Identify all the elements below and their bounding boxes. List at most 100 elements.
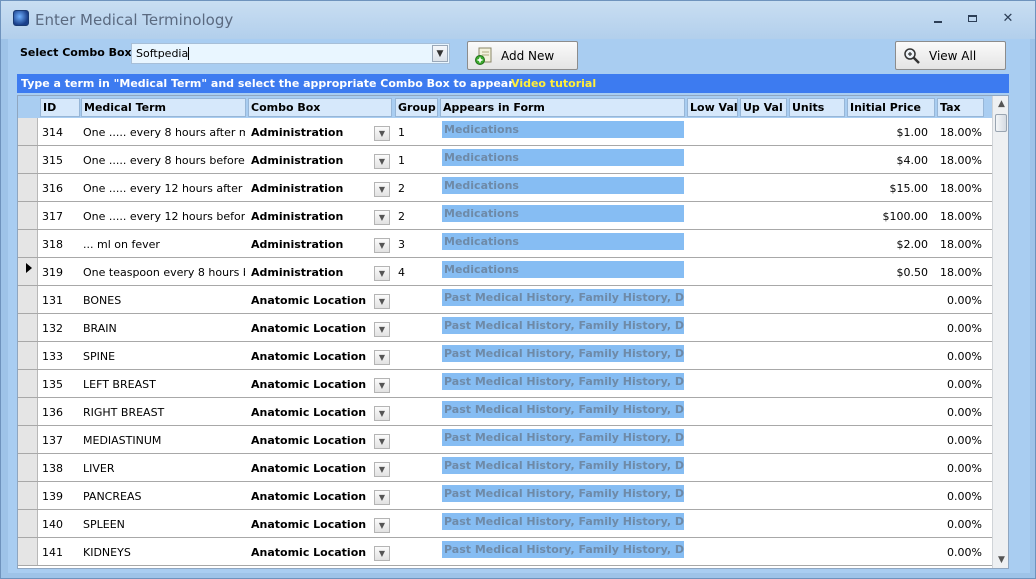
cell-combo-box[interactable]: Administration: [251, 266, 381, 279]
video-tutorial-link[interactable]: Video tutorial: [511, 77, 596, 90]
table-row[interactable]: 141 KIDNEYS Anatomic Location ▼ Past Medical…: [18, 538, 992, 566]
chevron-down-icon[interactable]: ▼: [374, 182, 390, 197]
cell-id[interactable]: 138: [42, 462, 80, 475]
cell-id[interactable]: 136: [42, 406, 80, 419]
cell-combo-box[interactable]: Anatomic Location: [251, 294, 381, 307]
row-selector[interactable]: [18, 370, 38, 397]
cell-medical-term[interactable]: PANCREAS: [83, 490, 245, 503]
cell-appears-in-form[interactable]: Medications: [442, 261, 684, 278]
cell-combo-box[interactable]: Administration: [251, 210, 381, 223]
column-header-group[interactable]: Group: [395, 98, 438, 117]
view-all-button[interactable]: View All: [895, 41, 1006, 70]
cell-id[interactable]: 131: [42, 294, 80, 307]
column-header-medical-term[interactable]: Medical Term: [81, 98, 246, 117]
cell-appears-in-form[interactable]: Past Medical History, Family History, Di…: [442, 457, 684, 474]
cell-combo-box[interactable]: Anatomic Location: [251, 490, 381, 503]
cell-combo-box[interactable]: Anatomic Location: [251, 518, 381, 531]
title-bar[interactable]: Enter Medical Terminology ✕: [1, 1, 1035, 39]
cell-id[interactable]: 140: [42, 518, 80, 531]
cell-appears-in-form[interactable]: Past Medical History, Family History, Di…: [442, 345, 684, 362]
cell-initial-price[interactable]: $4.00: [848, 154, 929, 167]
cell-appears-in-form[interactable]: Past Medical History, Family History, Di…: [442, 289, 684, 306]
chevron-down-icon[interactable]: ▼: [374, 238, 390, 253]
cell-tax[interactable]: 0.00%: [932, 406, 982, 419]
vertical-scrollbar[interactable]: ▲ ▼: [992, 96, 1008, 568]
cell-group[interactable]: 2: [398, 182, 438, 195]
row-selector[interactable]: [18, 482, 38, 509]
cell-appears-in-form[interactable]: Medications: [442, 233, 684, 250]
cell-appears-in-form[interactable]: Past Medical History, Family History, Di…: [442, 317, 684, 334]
table-row[interactable]: 137 MEDIASTINUM Anatomic Location ▼ Past Med…: [18, 426, 992, 454]
cell-medical-term[interactable]: One ..... every 12 hours after meal: [83, 182, 245, 195]
cell-combo-box[interactable]: Administration: [251, 238, 381, 251]
cell-appears-in-form[interactable]: Medications: [442, 149, 684, 166]
cell-medical-term[interactable]: RIGHT BREAST: [83, 406, 245, 419]
cell-medical-term[interactable]: LEFT BREAST: [83, 378, 245, 391]
cell-combo-box[interactable]: Administration: [251, 182, 381, 195]
combo-box-select[interactable]: Softpedia ▼: [131, 43, 450, 64]
cell-initial-price[interactable]: $100.00: [848, 210, 929, 223]
table-row[interactable]: 136 RIGHT BREAST Anatomic Location ▼ Past Me…: [18, 398, 992, 426]
cell-appears-in-form[interactable]: Past Medical History, Family History, Di…: [442, 429, 684, 446]
column-header-combo-box[interactable]: Combo Box: [248, 98, 392, 117]
minimize-button[interactable]: [925, 9, 951, 29]
row-selector[interactable]: [18, 314, 38, 341]
cell-tax[interactable]: 0.00%: [932, 490, 982, 503]
cell-id[interactable]: 141: [42, 546, 80, 559]
cell-id[interactable]: 137: [42, 434, 80, 447]
table-row[interactable]: 133 SPINE Anatomic Location ▼ Past Medical H…: [18, 342, 992, 370]
cell-id[interactable]: 133: [42, 350, 80, 363]
row-selector[interactable]: [18, 538, 38, 565]
table-row[interactable]: 315One ..... every 8 hours before meal Ad…: [18, 146, 992, 174]
cell-id[interactable]: 317: [42, 210, 80, 223]
chevron-down-icon[interactable]: ▼: [374, 462, 390, 477]
cell-combo-box[interactable]: Anatomic Location: [251, 378, 381, 391]
cell-combo-box[interactable]: Anatomic Location: [251, 406, 381, 419]
cell-tax[interactable]: 0.00%: [932, 322, 982, 335]
cell-tax[interactable]: 0.00%: [932, 294, 982, 307]
combo-box-value[interactable]: Softpedia: [136, 47, 188, 60]
cell-id[interactable]: 315: [42, 154, 80, 167]
column-header-up-val[interactable]: Up Val: [740, 98, 787, 117]
column-header-low-val[interactable]: Low Val: [687, 98, 738, 117]
row-selector[interactable]: [18, 174, 38, 201]
table-row[interactable]: 131 BONES Anatomic Location ▼ Past Medical H…: [18, 286, 992, 314]
cell-group[interactable]: 1: [398, 154, 438, 167]
cell-tax[interactable]: 18.00%: [932, 182, 982, 195]
row-selector[interactable]: [18, 398, 38, 425]
row-selector[interactable]: [18, 118, 38, 145]
chevron-down-icon[interactable]: ▼: [374, 406, 390, 421]
cell-medical-term[interactable]: SPLEEN: [83, 518, 245, 531]
table-row[interactable]: 132 BRAIN Anatomic Location ▼ Past Medical H…: [18, 314, 992, 342]
maximize-button[interactable]: [959, 9, 985, 29]
chevron-down-icon[interactable]: ▼: [374, 126, 390, 141]
cell-id[interactable]: 318: [42, 238, 80, 251]
cell-tax[interactable]: 0.00%: [932, 378, 982, 391]
cell-combo-box[interactable]: Anatomic Location: [251, 434, 381, 447]
cell-tax[interactable]: 0.00%: [932, 546, 982, 559]
cell-combo-box[interactable]: Anatomic Location: [251, 322, 381, 335]
column-header-id[interactable]: ID: [40, 98, 80, 117]
row-selector[interactable]: [18, 230, 38, 257]
row-selector[interactable]: [18, 202, 38, 229]
scroll-down-icon[interactable]: ▼: [993, 552, 1008, 568]
table-row[interactable]: 318... ml on fever Administration ▼ 3 Medica…: [18, 230, 992, 258]
table-row[interactable]: 135 LEFT BREAST Anatomic Location ▼ Past Med…: [18, 370, 992, 398]
cell-appears-in-form[interactable]: Medications: [442, 121, 684, 138]
cell-group[interactable]: 1: [398, 126, 438, 139]
cell-tax[interactable]: 18.00%: [932, 154, 982, 167]
cell-id[interactable]: 139: [42, 490, 80, 503]
add-new-button[interactable]: Add New: [467, 41, 578, 70]
cell-group[interactable]: 4: [398, 266, 438, 279]
cell-combo-box[interactable]: Anatomic Location: [251, 546, 381, 559]
row-selector[interactable]: [18, 258, 38, 285]
row-selector[interactable]: [18, 454, 38, 481]
column-header-units[interactable]: Units: [789, 98, 845, 117]
cell-tax[interactable]: 0.00%: [932, 350, 982, 363]
cell-id[interactable]: 316: [42, 182, 80, 195]
table-row[interactable]: 316One ..... every 12 hours after meal Ad…: [18, 174, 992, 202]
chevron-down-icon[interactable]: ▼: [374, 378, 390, 393]
cell-initial-price[interactable]: $0.50: [848, 266, 929, 279]
close-button[interactable]: ✕: [995, 9, 1021, 29]
row-selector[interactable]: [18, 426, 38, 453]
